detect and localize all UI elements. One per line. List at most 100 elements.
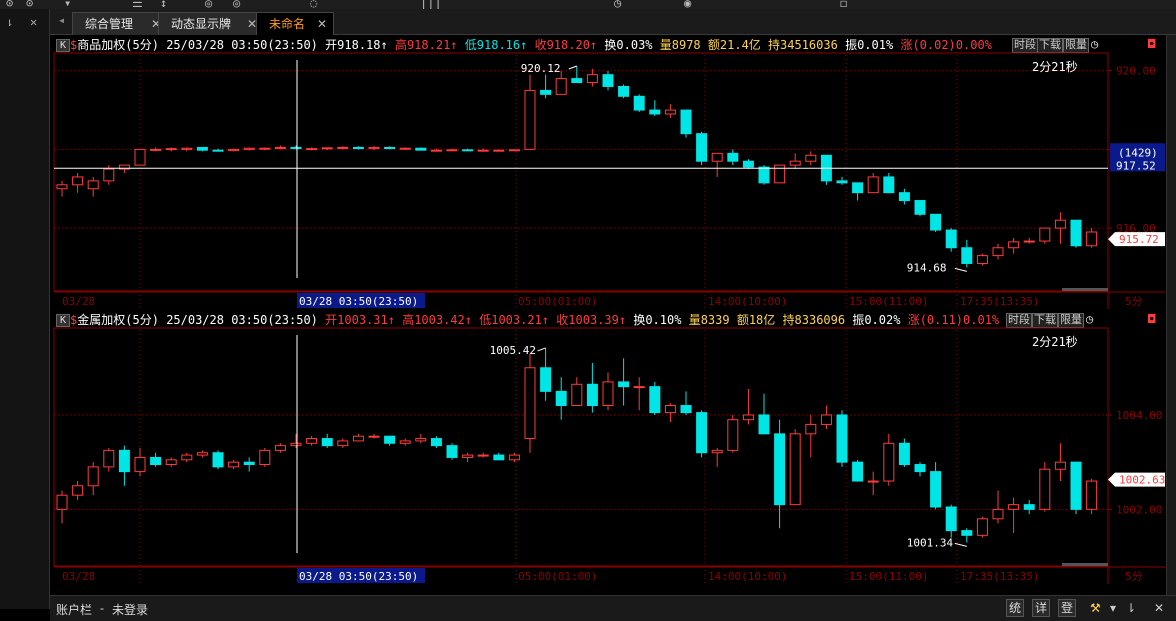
candle-up <box>1086 231 1098 247</box>
time-axis-label: 14:00(10:00) <box>708 570 787 583</box>
candle-up <box>1054 219 1066 229</box>
candle-up <box>524 89 536 150</box>
candle-up <box>290 442 302 447</box>
candle-up <box>337 146 349 149</box>
candle-up <box>1039 227 1051 242</box>
price-tick-label: 920.00 <box>1116 65 1156 78</box>
candle-up <box>56 494 68 510</box>
candle-down <box>680 109 692 135</box>
tools-icon[interactable]: ⚒ <box>1090 601 1101 615</box>
candle-up <box>259 147 271 150</box>
candle-down <box>571 78 583 84</box>
candle-down <box>1023 504 1035 510</box>
candle-up <box>150 148 162 151</box>
candle-up <box>586 74 598 84</box>
crosshair-count-label: (1429) <box>1118 146 1158 159</box>
low-price-label: 914.68 <box>907 261 947 274</box>
period-label: 5分 <box>1125 295 1143 308</box>
candle-up <box>368 435 380 438</box>
candle-down <box>852 182 864 194</box>
pin-icon[interactable]: ⇂ <box>1126 601 1136 615</box>
candle-up <box>430 149 442 152</box>
candle-up <box>165 459 177 466</box>
high-price-label: 920.12 <box>521 62 561 75</box>
candle-up <box>1008 241 1020 249</box>
candle-down <box>961 530 973 536</box>
candle-up <box>742 414 754 421</box>
candle-up <box>337 440 349 447</box>
candle-down <box>430 438 442 447</box>
candle-down <box>774 433 786 506</box>
candle-up <box>352 435 364 442</box>
candle-down <box>961 247 973 264</box>
candle-up <box>805 423 817 435</box>
time-axis-label: 17:35(13:35) <box>960 295 1039 308</box>
dropdown-icon[interactable]: ▾ <box>1110 601 1116 615</box>
candle-up <box>72 485 84 496</box>
candle-down <box>742 160 754 168</box>
last-price-label: 1002.63 <box>1119 474 1165 487</box>
candle-up <box>976 518 988 536</box>
stats-button[interactable]: 统 <box>1006 599 1024 617</box>
candle-down <box>212 149 224 152</box>
candle-up <box>56 184 68 190</box>
candle-up <box>87 180 99 190</box>
candle-down <box>618 85 630 97</box>
candle-down <box>649 109 661 115</box>
candle-up <box>399 440 411 444</box>
candle-up <box>446 149 458 152</box>
candle-down <box>649 386 661 414</box>
right-scroll-strip[interactable] <box>1166 35 1176 609</box>
candle-up <box>867 480 879 483</box>
time-axis-label: 03/28 <box>62 295 95 308</box>
candle-up <box>196 452 208 456</box>
status-bar: 账户栏 - 未登录 统 详 登 ⚒ ▾ ⇂ ✕ <box>50 595 1176 621</box>
candle-up <box>243 147 255 150</box>
login-state[interactable]: 未登录 <box>112 601 148 618</box>
candle-up <box>415 438 427 442</box>
price-tick-label: 1004.00 <box>1116 409 1162 422</box>
candle-down <box>321 438 333 447</box>
kline-charts[interactable]: 920.00918.00916.0003/2803:00(23:00)05:00… <box>0 0 1166 595</box>
candle-down <box>462 149 474 152</box>
candle-down <box>540 89 552 95</box>
candle-down <box>290 146 302 150</box>
candle-up <box>274 146 286 149</box>
high-label-pointer <box>537 347 546 352</box>
low-price-label: 1001.34 <box>907 536 954 549</box>
candle-up <box>321 147 333 150</box>
candle-up <box>508 149 520 152</box>
candle-up <box>306 438 318 444</box>
candle-down <box>680 405 692 414</box>
time-axis-label: 17:35(13:35) <box>960 570 1039 583</box>
high-label-pointer <box>568 65 577 70</box>
candle-down <box>930 213 942 231</box>
candle-down <box>446 445 458 458</box>
candle-down <box>696 133 708 162</box>
candle-down <box>727 152 739 162</box>
candle-up <box>181 454 193 461</box>
crosshair-price-label: 917.52 <box>1116 159 1156 172</box>
candle-up <box>306 148 318 151</box>
candle-up <box>72 176 84 186</box>
candle-up <box>664 405 676 414</box>
candle-up <box>664 109 676 115</box>
candle-up <box>399 147 411 150</box>
candle-down <box>1070 219 1082 247</box>
cursor-time-label: 03/28 03:50(23:50) <box>299 570 418 583</box>
candle-down <box>758 414 770 435</box>
last-price-label: 915.72 <box>1119 233 1159 246</box>
candle-down <box>118 449 130 473</box>
detail-button[interactable]: 详 <box>1032 599 1050 617</box>
candle-up <box>820 414 832 425</box>
candle-down <box>914 464 926 473</box>
candle-down <box>852 461 864 482</box>
login-button[interactable]: 登 <box>1058 599 1076 617</box>
price-tick-label: 1002.00 <box>1116 503 1162 516</box>
candle-down <box>898 192 910 202</box>
close-icon[interactable]: ✕ <box>1154 601 1164 615</box>
candle-down <box>914 200 926 215</box>
candle-up <box>259 449 271 466</box>
low-label-pointer <box>954 267 967 272</box>
account-bar-label: 账户栏 <box>56 603 93 617</box>
